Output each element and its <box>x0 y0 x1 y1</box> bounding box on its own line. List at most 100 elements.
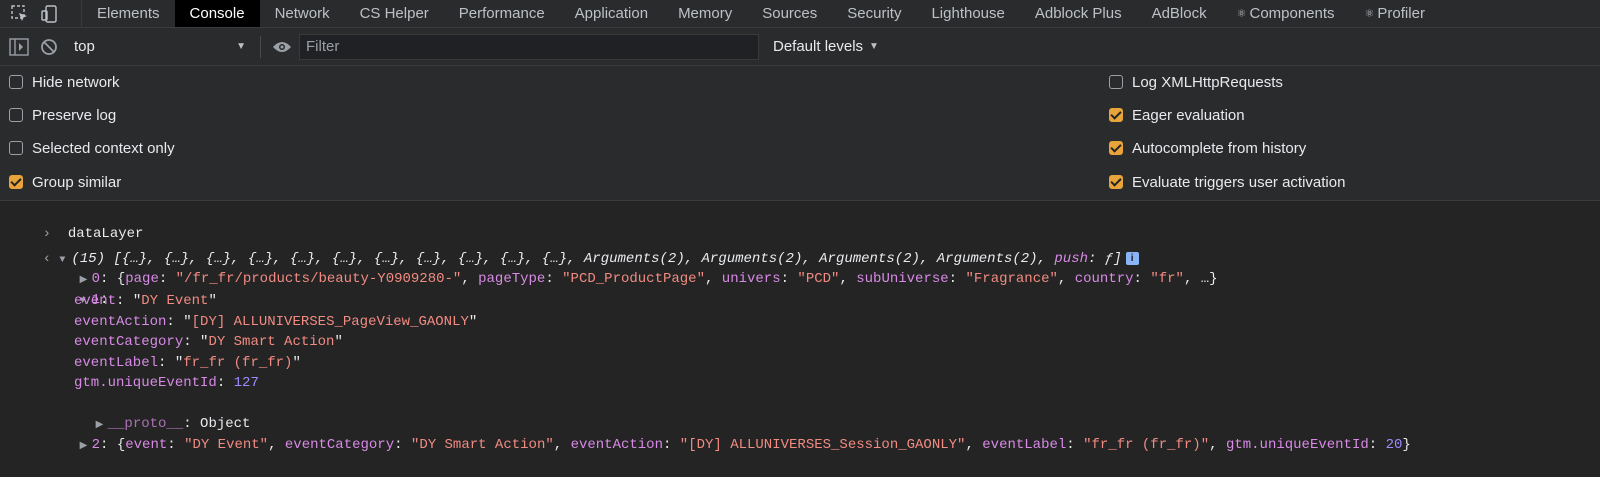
object-property[interactable]: eventAction: "[DY] ALLUNIVERSES_PageView… <box>74 312 477 332</box>
setting-autocomplete-from-history[interactable]: Autocomplete from history <box>1109 138 1306 158</box>
console-input-line[interactable]: › dataLayer <box>9 204 144 242</box>
tab-sources[interactable]: Sources <box>747 0 832 27</box>
setting-label: Log XMLHttpRequests <box>1132 73 1283 91</box>
string-value: fr_fr (fr_fr) <box>183 354 293 371</box>
string-value: "[DY] ALLUNIVERSES_Session_GAONLY" <box>679 437 966 453</box>
tab-elements[interactable]: Elements <box>82 0 175 27</box>
object-property[interactable]: gtm.uniqueEventId: 127 <box>74 373 259 393</box>
property-key: pageType <box>478 271 546 287</box>
checkbox[interactable] <box>9 75 23 89</box>
property-key: gtm.uniqueEventId <box>74 375 217 392</box>
punctuation: } <box>1402 437 1411 453</box>
punctuation: : <box>948 271 966 287</box>
setting-evaluate-triggers-user-activation[interactable]: Evaluate triggers user activation <box>1109 172 1345 192</box>
tab-label: Sources <box>762 5 818 22</box>
punctuation: : <box>158 271 176 287</box>
tab-list: Elements Console Network CS Helper Performan… <box>82 0 1440 27</box>
property-key: subUniverse <box>856 271 949 287</box>
tab-profiler[interactable]: ⚛ Profiler <box>1350 0 1440 27</box>
checkbox[interactable] <box>9 108 23 122</box>
array-item-2[interactable]: ▶ 2: {event: "DY Event", eventCategory: "… <box>46 415 1411 453</box>
tab-lighthouse[interactable]: Lighthouse <box>916 0 1019 27</box>
number-value: 20 <box>1385 437 1403 453</box>
tab-performance[interactable]: Performance <box>444 0 560 27</box>
array-index: 2 <box>91 437 101 453</box>
checkbox[interactable] <box>9 175 23 189</box>
punctuation: , <box>839 271 857 287</box>
console-settings-panel: Hide network Preserve log Selected conte… <box>0 66 1600 201</box>
log-levels-label: Default levels <box>773 38 864 55</box>
setting-label: Eager evaluation <box>1132 106 1245 124</box>
tab-cs-helper[interactable]: CS Helper <box>345 0 444 27</box>
tab-application[interactable]: Application <box>560 0 663 27</box>
setting-hide-network[interactable]: Hide network <box>9 72 120 92</box>
device-toolbar-icon[interactable] <box>40 4 60 24</box>
chevron-down-icon: ▼ <box>869 41 879 52</box>
setting-selected-context-only[interactable]: Selected context only <box>9 138 175 158</box>
punctuation: : <box>394 437 411 453</box>
string-value: "fr" <box>1150 271 1184 287</box>
punctuation: , <box>704 271 722 287</box>
tab-components[interactable]: ⚛ Components <box>1222 0 1350 27</box>
setting-eager-evaluation[interactable]: Eager evaluation <box>1109 105 1245 125</box>
property-key: event <box>125 437 168 453</box>
context-select[interactable]: top ▼ <box>74 38 250 55</box>
filter-input[interactable] <box>299 33 759 60</box>
string-value: DY Smart Action <box>208 334 335 351</box>
tab-security[interactable]: Security <box>832 0 916 27</box>
array-item-0[interactable]: ▶ 0: {page: "/fr_fr/products/beauty-Y0909… <box>46 249 1218 287</box>
setting-group-similar[interactable]: Group similar <box>9 172 121 192</box>
setting-log-xmlhttprequests[interactable]: Log XMLHttpRequests <box>1109 72 1283 92</box>
property-key: eventLabel <box>74 354 159 371</box>
property-key: event <box>74 293 117 309</box>
array-item-preview: : {event: "DY Event", eventCategory: "DY… <box>100 437 1411 453</box>
live-expression-eye-icon[interactable] <box>271 36 293 58</box>
punctuation: : <box>1066 437 1084 453</box>
punctuation: : { <box>100 437 126 453</box>
console-result-line[interactable]: ‹ ▼ (15) [{…}, {…}, {…}, {…}, {…}, {…}, {… <box>9 229 1139 267</box>
punctuation: : <box>780 271 798 287</box>
property-key: eventAction <box>570 437 663 453</box>
property-key: eventCategory <box>74 334 184 351</box>
setting-label: Evaluate triggers user activation <box>1132 173 1346 191</box>
tab-label: Elements <box>97 5 160 22</box>
tab-console[interactable]: Console <box>174 0 260 27</box>
tab-adblock[interactable]: AdBlock <box>1137 0 1222 27</box>
property-key: country <box>1074 271 1134 287</box>
tab-label: Console <box>189 5 245 22</box>
checkbox[interactable] <box>1109 108 1123 122</box>
console-toolbar: top ▼ Default levels ▼ <box>0 28 1600 66</box>
object-property[interactable]: eventCategory: "DY Smart Action" <box>74 332 343 352</box>
quote: " <box>183 313 192 330</box>
quote: " <box>208 293 217 309</box>
punctuation: : <box>1133 271 1151 287</box>
punctuation: : <box>545 271 563 287</box>
inspect-element-icon[interactable] <box>10 4 30 24</box>
checkbox[interactable] <box>1109 175 1123 189</box>
sidebar-toggle-icon[interactable] <box>8 36 30 58</box>
setting-label: Hide network <box>32 73 120 91</box>
log-levels-dropdown[interactable]: Default levels ▼ <box>773 38 879 55</box>
object-property[interactable]: event: "DY Event" <box>74 291 217 311</box>
array-item-1[interactable]: ▼ 1: <box>46 270 109 308</box>
tab-memory[interactable]: Memory <box>663 0 747 27</box>
context-select-value: top <box>74 38 95 55</box>
checkbox[interactable] <box>9 141 23 155</box>
quote: " <box>132 293 142 309</box>
setting-label: Autocomplete from history <box>1132 139 1307 157</box>
string-value: "PCD_ProductPage" <box>562 271 705 287</box>
tab-adblock-plus[interactable]: Adblock Plus <box>1020 0 1137 27</box>
checkbox[interactable] <box>1109 75 1123 89</box>
string-value: [DY] ALLUNIVERSES_PageView_GAONLY <box>191 313 469 330</box>
colon: : <box>183 334 201 351</box>
tab-network[interactable]: Network <box>260 0 345 27</box>
punctuation: , <box>461 271 479 287</box>
clear-console-icon[interactable] <box>38 36 60 58</box>
proto-line[interactable]: ▶ __proto__: Object <box>62 394 251 432</box>
collapsed-triangle-icon[interactable]: ▶ <box>80 437 92 457</box>
setting-label: Group similar <box>32 173 122 191</box>
string-value: "DY Event" <box>184 437 269 453</box>
checkbox[interactable] <box>1109 141 1123 155</box>
object-property[interactable]: eventLabel: "fr_fr (fr_fr)" <box>74 353 301 373</box>
setting-preserve-log[interactable]: Preserve log <box>9 105 116 125</box>
